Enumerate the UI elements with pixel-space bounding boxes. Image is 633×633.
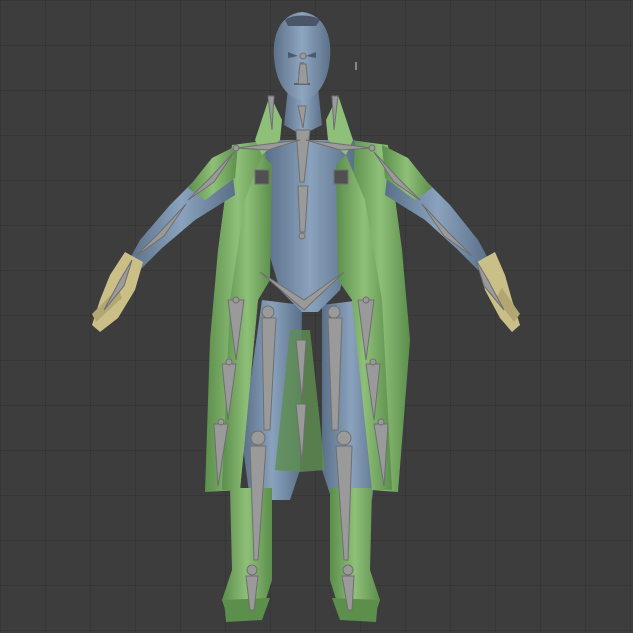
bone-head bbox=[297, 63, 309, 85]
joint-shoulder-left bbox=[232, 144, 240, 152]
joint-knee-right bbox=[336, 430, 352, 446]
joint-coat-left-2 bbox=[225, 358, 233, 366]
joint-shoulder-right bbox=[368, 144, 376, 152]
character-rig-scene[interactable] bbox=[0, 0, 633, 633]
bone-chest-left bbox=[254, 169, 270, 185]
boots[interactable] bbox=[222, 488, 380, 622]
joint-coat-right-1 bbox=[362, 296, 370, 304]
bone-chest-right bbox=[333, 169, 349, 185]
joint-hip-right bbox=[327, 305, 341, 319]
joint-coat-right-2 bbox=[369, 358, 377, 366]
3d-viewport[interactable] bbox=[0, 0, 633, 633]
joint-knee-left bbox=[250, 430, 266, 446]
right-boot-sole bbox=[332, 598, 378, 622]
joint-coat-right-3 bbox=[377, 418, 385, 426]
joint-ankle-right bbox=[342, 564, 354, 576]
joint-hip-left bbox=[261, 305, 275, 319]
joint-coat-left-1 bbox=[232, 296, 240, 304]
joint-pelvis bbox=[298, 232, 306, 240]
joint-ankle-left bbox=[246, 564, 258, 576]
joint-coat-left-3 bbox=[217, 418, 225, 426]
joint-head bbox=[299, 52, 307, 60]
left-boot-sole bbox=[224, 598, 270, 622]
